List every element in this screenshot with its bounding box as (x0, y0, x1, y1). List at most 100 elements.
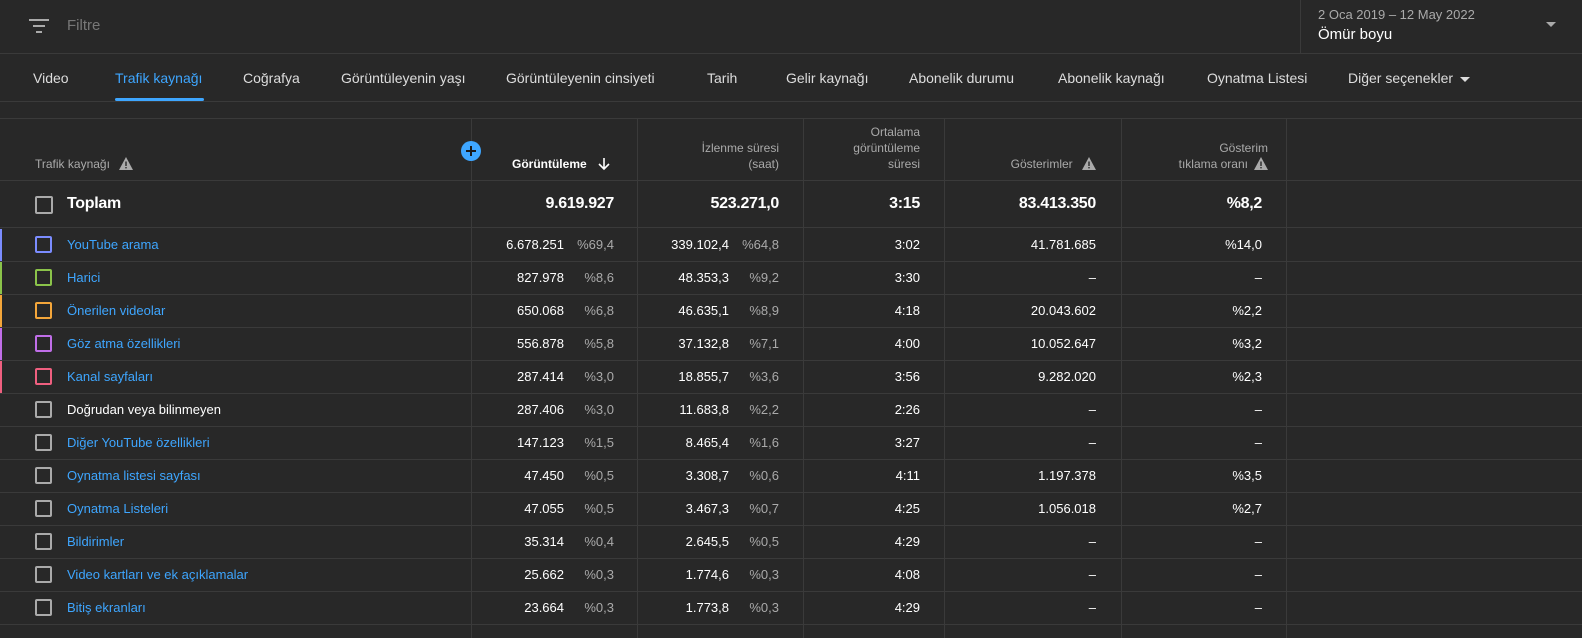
table-row: Harici 827.978 %8,6 48.353,3 %9,2 3:30 – – (0, 262, 1582, 295)
traffic-source-name[interactable]: Video kartları ve ek açıklamalar (67, 567, 248, 582)
watch-time-percent: %2,2 (749, 402, 779, 417)
tab-geography[interactable]: Coğrafya (243, 70, 300, 86)
header-avg-line1: Ortalama (870, 125, 920, 139)
add-metric-button[interactable] (461, 141, 481, 161)
views-percent: %0,3 (584, 600, 614, 615)
traffic-source-name[interactable]: Diğer YouTube özellikleri (67, 435, 210, 450)
tab-more-options[interactable]: Diğer seçenekler (1348, 70, 1471, 86)
impressions-value: 10.052.647 (1030, 336, 1096, 351)
views-value: 827.978 (517, 270, 564, 285)
watch-time-percent: %0,3 (749, 567, 779, 582)
warning-icon[interactable] (119, 157, 134, 170)
total-checkbox[interactable] (35, 196, 53, 214)
watch-time-value: 3.467,3 (685, 501, 729, 516)
header-ctr[interactable]: Gösterim tıklama oranı (1179, 140, 1268, 172)
ctr-value: %3,5 (1232, 468, 1262, 483)
views-percent: %8,6 (584, 270, 614, 285)
row-checkbox[interactable] (35, 335, 52, 352)
traffic-source-name[interactable]: Bildirimler (67, 534, 124, 549)
traffic-source-name[interactable]: Göz atma özellikleri (67, 336, 180, 351)
row-checkbox[interactable] (35, 599, 52, 616)
avg-duration-value: 4:08 (894, 567, 920, 582)
table-row: Oynatma Listeleri 47.055 %0,5 3.467,3 %0,7 4:… (0, 493, 1582, 526)
header-avg-line2: görüntüleme (853, 141, 920, 155)
traffic-source-name[interactable]: Harici (67, 270, 100, 285)
row-checkbox[interactable] (35, 368, 52, 385)
row-checkbox[interactable] (35, 302, 52, 319)
header-views[interactable]: Görüntüleme (512, 156, 610, 172)
series-color-bar (0, 361, 2, 393)
watch-time-value: 46.635,1 (678, 303, 729, 318)
impressions-value: – (1088, 270, 1096, 285)
tab-subscription-source[interactable]: Abonelik kaynağı (1058, 70, 1165, 86)
header-ctr-line2-wrap: tıklama oranı (1179, 156, 1268, 172)
watch-time-value: 37.132,8 (678, 336, 729, 351)
row-checkbox[interactable] (35, 269, 52, 286)
avg-duration-value: 4:25 (894, 501, 920, 516)
series-color-bar (0, 229, 2, 261)
tab-viewer-age[interactable]: Görüntüleyenin yaşı (341, 70, 466, 86)
series-color-bar (0, 295, 2, 327)
date-range-picker[interactable]: 2 Oca 2019 – 12 May 2022 Ömür boyu (1300, 0, 1582, 54)
header-traffic-source-label: Trafik kaynağı (35, 157, 110, 171)
header-avg-view-duration[interactable]: Ortalama görüntüleme süresi (853, 124, 920, 172)
avg-duration-value: 3:27 (894, 435, 920, 450)
traffic-source-name[interactable]: YouTube arama (67, 237, 159, 252)
tab-subscription-status[interactable]: Abonelik durumu (909, 70, 1014, 86)
total-row: Toplam 9.619.927 523.271,0 3:15 83.413.3… (0, 181, 1582, 228)
tab-revenue-source[interactable]: Gelir kaynağı (786, 70, 868, 86)
views-value: 47.450 (524, 468, 564, 483)
total-impressions: 83.413.350 (1018, 195, 1096, 212)
ctr-value: – (1254, 402, 1262, 417)
header-impressions-label: Gösterimler (1010, 157, 1073, 171)
tab-viewer-gender[interactable]: Görüntüleyenin cinsiyeti (506, 70, 655, 86)
row-checkbox[interactable] (35, 533, 52, 550)
watch-time-percent: %0,3 (749, 600, 779, 615)
more-options-label: Diğer seçenekler (1348, 70, 1454, 86)
header-ctr-line1: Gösterim (1219, 141, 1268, 155)
date-range-text: 2 Oca 2019 – 12 May 2022 (1318, 7, 1475, 22)
tab-traffic-source[interactable]: Trafik kaynağı (115, 70, 202, 86)
views-percent: %0,4 (584, 534, 614, 549)
row-checkbox[interactable] (35, 467, 52, 484)
tab-playlist[interactable]: Oynatma Listesi (1207, 70, 1307, 86)
header-impressions[interactable]: Gösterimler (1011, 156, 1096, 172)
tab-date[interactable]: Tarih (707, 70, 737, 86)
filter-input[interactable]: Filtre (67, 17, 100, 34)
chevron-down-icon (1546, 22, 1556, 27)
tab-video[interactable]: Video (33, 70, 69, 86)
traffic-source-name[interactable]: Oynatma Listeleri (67, 501, 168, 516)
watch-time-value: 8.465,4 (685, 435, 729, 450)
row-checkbox[interactable] (35, 236, 52, 253)
warning-icon[interactable] (1254, 157, 1268, 170)
views-value: 287.406 (517, 402, 564, 417)
warning-icon[interactable] (1082, 157, 1096, 170)
series-color-bar (0, 262, 2, 294)
views-percent: %5,8 (584, 336, 614, 351)
traffic-source-name[interactable]: Bitiş ekranları (67, 600, 146, 615)
watch-time-value: 1.774,6 (685, 567, 729, 582)
filter-icon[interactable] (29, 18, 49, 34)
header-ctr-line2: tıklama oranı (1178, 157, 1248, 171)
ctr-value: – (1254, 270, 1262, 285)
traffic-source-name[interactable]: Önerilen videolar (67, 303, 165, 318)
impressions-value: – (1088, 567, 1096, 582)
ctr-value: %14,0 (1225, 237, 1262, 252)
watch-time-percent: %8,9 (749, 303, 779, 318)
row-checkbox[interactable] (35, 566, 52, 583)
views-value: 23.664 (524, 600, 564, 615)
header-watch-time[interactable]: İzlenme süresi (saat) (702, 140, 779, 172)
views-percent: %0,3 (584, 567, 614, 582)
watch-time-value: 1.773,8 (685, 600, 729, 615)
row-checkbox[interactable] (35, 401, 52, 418)
row-checkbox[interactable] (35, 500, 52, 517)
sort-arrow-down-icon (598, 158, 610, 171)
row-checkbox[interactable] (35, 434, 52, 451)
impressions-value: 1.197.378 (1038, 468, 1096, 483)
traffic-source-name[interactable]: Kanal sayfaları (67, 369, 153, 384)
traffic-source-name[interactable]: Oynatma listesi sayfası (67, 468, 201, 483)
watch-time-value: 18.855,7 (678, 369, 729, 384)
avg-duration-value: 4:29 (894, 534, 920, 549)
header-traffic-source[interactable]: Trafik kaynağı (35, 156, 134, 172)
table-row: Video kartları ve ek açıklamalar 25.662 %0… (0, 559, 1582, 592)
